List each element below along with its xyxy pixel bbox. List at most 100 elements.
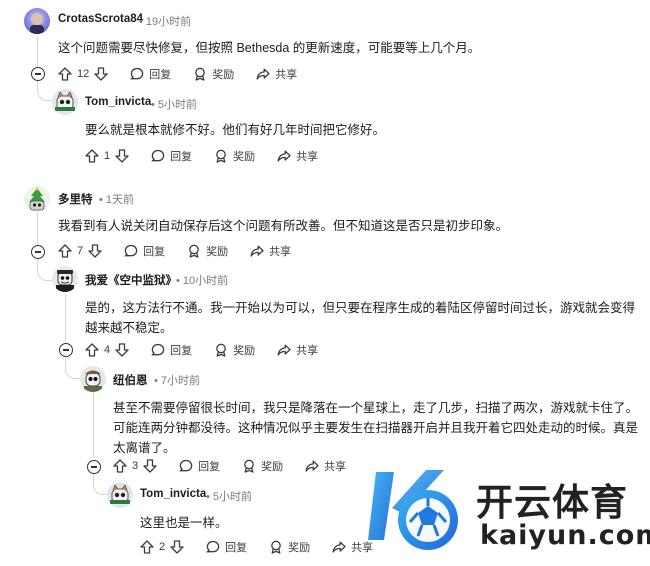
share-button[interactable]: 共享 [332,539,373,555]
award-label: 奖励 [233,345,256,357]
comment-icon [151,149,165,162]
share-label: 共享 [296,345,319,357]
reply-button[interactable]: 回复 [151,148,192,164]
username[interactable]: CrotasScrota84 [58,13,143,25]
award-icon [189,244,199,258]
share-icon [250,245,264,257]
username[interactable]: Tom_invicta [140,488,206,500]
vote-count: 7 [77,245,84,257]
comment-body: 甚至不需要停留很长时间，我只是降落在一个星球上，走了几步，扫描了两次，游戏就卡住… [113,401,639,455]
downvote-icon[interactable] [88,244,102,258]
share-icon [332,541,346,553]
collapse-thread-button[interactable] [59,343,73,357]
time-text: 1天前 [105,194,135,206]
reply-button[interactable]: 回复 [151,342,192,358]
collapse-thread-button[interactable] [31,245,45,259]
avatar[interactable] [52,89,78,115]
reply-label: 回复 [170,345,193,357]
reply-label: 回复 [225,542,248,554]
action-bar: 12 回复 奖励 共享 [58,65,319,83]
time-text: 7小时前 [160,375,201,387]
award-icon [216,149,226,163]
username[interactable]: Tom_invicta [85,96,151,108]
share-label: 共享 [275,69,298,81]
reply-label: 回复 [149,69,172,81]
action-bar: 4 回复 奖励 共享 [85,341,340,359]
award-button[interactable]: 奖励 [193,66,234,82]
watermark: 开云体育 kaiyun.com [368,462,650,562]
comment-icon [124,244,138,257]
award-button[interactable]: 奖励 [187,243,228,259]
avatar[interactable] [80,366,106,392]
time-text: 19小时前 [145,16,192,28]
award-button[interactable]: 奖励 [269,539,310,555]
avatar[interactable] [24,8,50,34]
username[interactable]: 我爱《空中监狱》 [85,272,177,288]
collapse-thread-button[interactable] [87,460,101,474]
award-button[interactable]: 奖励 [214,342,255,358]
comment-body: 是的，这方法行不通。我一开始以为可以，但只要在程序生成的着陆区停留时间过长，游戏… [85,301,636,335]
share-button[interactable]: 共享 [250,243,291,259]
upvote-icon[interactable] [85,149,99,163]
award-label: 奖励 [206,246,229,258]
avatar[interactable] [107,482,133,508]
upvote-icon[interactable] [85,343,99,357]
reply-button[interactable]: 回复 [206,539,247,555]
vote-count: 2 [159,541,166,553]
award-label: 奖励 [233,151,256,163]
downvote-icon[interactable] [170,540,184,554]
timestamp: • 7小时前 [154,375,201,387]
downvote-icon[interactable] [115,343,129,357]
username[interactable]: 多里特 [58,191,93,207]
award-label: 奖励 [261,461,284,473]
reply-button[interactable]: 回复 [124,243,165,259]
vote-count: 12 [77,68,90,80]
upvote-icon[interactable] [140,540,154,554]
comment-icon [206,540,220,553]
reply-button[interactable]: 回复 [130,66,171,82]
timestamp: • 19小时前 [139,16,192,28]
comment-icon [151,343,165,356]
share-icon [277,344,291,356]
share-icon [256,68,270,80]
award-icon [244,459,254,473]
reply-label: 回复 [198,461,221,473]
timestamp: • 5小时前 [206,491,253,503]
award-button[interactable]: 奖励 [242,458,283,474]
award-button[interactable]: 奖励 [214,148,255,164]
time-text: 5小时前 [157,99,198,111]
upvote-icon[interactable] [113,459,127,473]
downvote-icon[interactable] [143,459,157,473]
share-button[interactable]: 共享 [277,148,318,164]
vote-count: 1 [104,150,111,162]
timestamp: • 1天前 [99,194,135,206]
comment-body: 要么就是根本就修不好。他们有好几年时间把它修好。 [85,123,386,137]
username[interactable]: 纽伯恩 [113,372,148,388]
avatar[interactable] [24,186,50,212]
share-button[interactable]: 共享 [277,342,318,358]
watermark-brand: 开云体育 [476,481,628,524]
time-text: 10小时前 [182,275,229,287]
reply-button[interactable]: 回复 [179,458,220,474]
share-button[interactable]: 共享 [305,458,346,474]
upvote-icon[interactable] [58,67,72,81]
downvote-icon[interactable] [115,149,129,163]
share-label: 共享 [269,246,292,258]
comment-icon [130,67,144,80]
share-button[interactable]: 共享 [256,66,297,82]
timestamp: • 5小时前 [151,99,198,111]
watermark-domain: kaiyun.com [480,520,650,551]
reply-label: 回复 [170,151,193,163]
action-bar: 1 回复 奖励 共享 [85,147,340,165]
upvote-icon[interactable] [58,244,72,258]
vote-count: 3 [132,460,139,472]
collapse-thread-button[interactable] [31,67,45,81]
action-bar: 3 回复 奖励 共享 [113,457,368,475]
action-bar: 7 回复 奖励 共享 [58,242,313,260]
award-icon [195,67,206,81]
vote-count: 4 [104,344,111,356]
avatar[interactable] [52,266,78,292]
share-icon [277,150,291,162]
downvote-icon[interactable] [94,67,108,81]
share-label: 共享 [324,461,347,473]
